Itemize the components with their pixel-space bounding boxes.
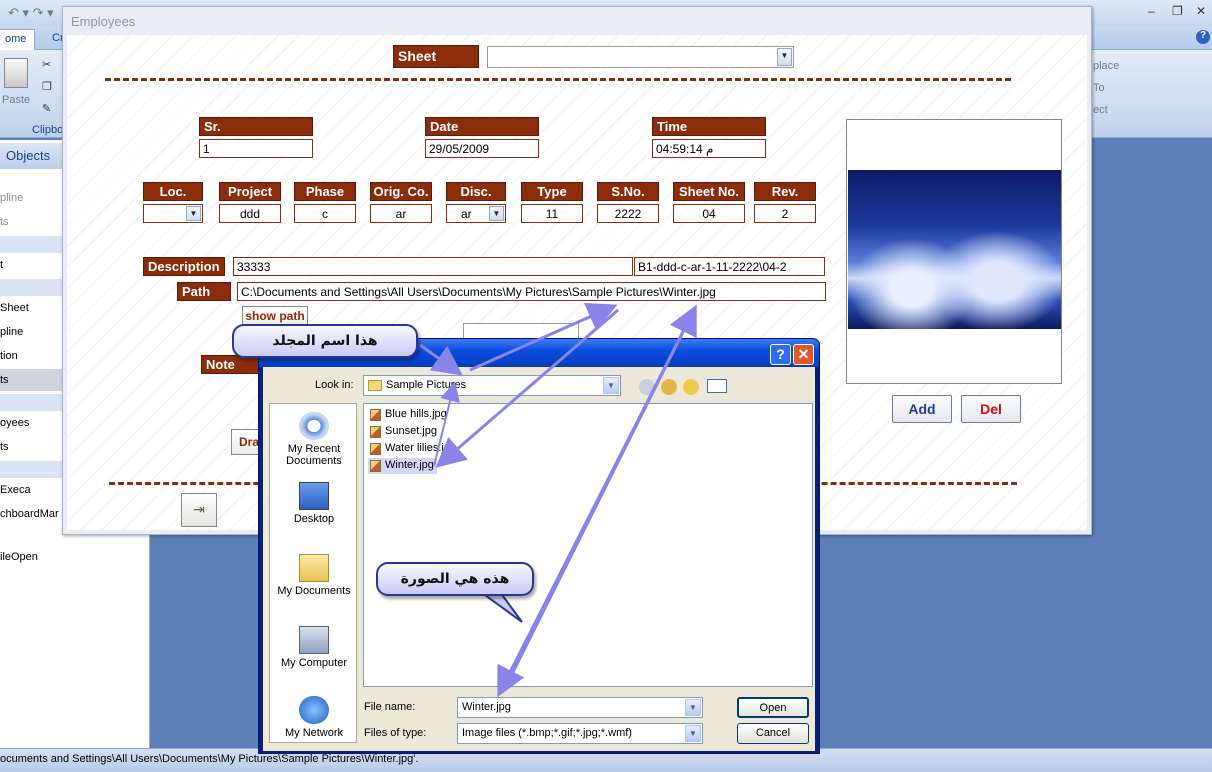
arrow-to-file-name <box>497 309 696 698</box>
arrow-to-look-in <box>419 343 463 376</box>
arrow-to-selected-file <box>435 308 619 468</box>
callout-image-name: هذه هي الصورة <box>376 562 534 596</box>
arrow-to-path <box>469 303 618 372</box>
annotation-arrows <box>419 303 697 698</box>
callout-folder-name: هذا اسم المجلد <box>232 324 418 358</box>
